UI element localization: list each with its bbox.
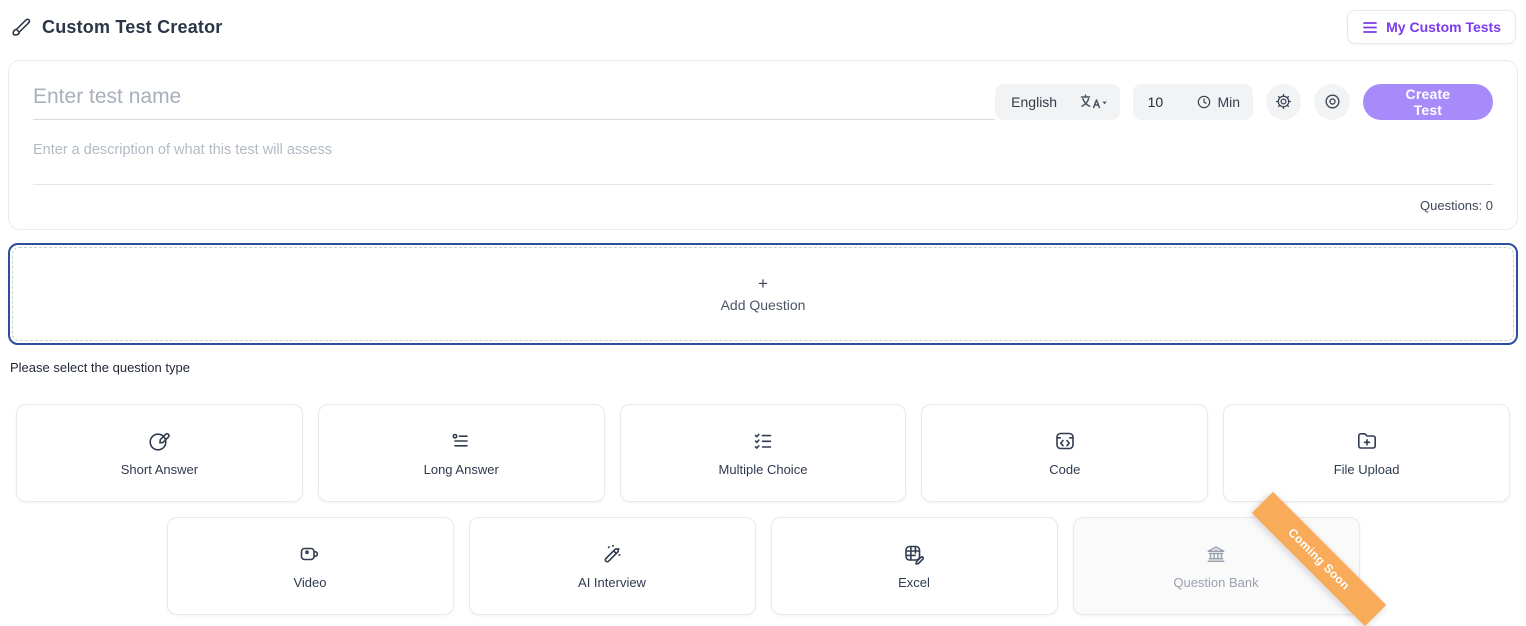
add-question-inner: + Add Question [12,247,1514,341]
question-type-label: File Upload [1334,462,1400,477]
translate-icon [1079,94,1108,109]
question-type-label: Code [1049,462,1080,477]
long-answer-icon [449,429,473,453]
language-selector[interactable]: English [995,84,1119,120]
question-type-row-1: Short Answer Long Answer Multiple Choice… [0,404,1526,502]
gear-icon [1274,92,1293,111]
my-custom-tests-label: My Custom Tests [1386,19,1501,35]
question-type-label: Multiple Choice [719,462,808,477]
test-description-input[interactable] [33,140,1493,185]
ai-interview-icon [600,542,624,566]
question-type-card-ai-interview[interactable]: AI Interview [469,517,756,615]
preview-icon [1323,92,1342,111]
question-type-label: Short Answer [121,462,198,477]
hamburger-icon [1362,21,1378,34]
title-wrap: Custom Test Creator [10,16,223,38]
question-type-card-excel[interactable]: Excel [771,517,1058,615]
questions-count: Questions: 0 [33,198,1493,213]
add-question-dropzone[interactable]: + Add Question [8,243,1518,345]
language-value: English [1011,94,1057,110]
brush-icon [10,16,32,38]
short-answer-icon [147,429,171,453]
coming-soon-ribbon: Coming Soon [1251,492,1385,626]
duration-unit-label: Min [1217,94,1240,110]
code-icon [1053,429,1077,453]
duration-unit-wrap: Min [1196,94,1240,110]
question-type-label: AI Interview [578,575,646,590]
duration-input[interactable] [1146,93,1174,111]
settings-button[interactable] [1266,84,1301,120]
top-bar: Custom Test Creator My Custom Tests [0,0,1526,44]
duration-control: Min [1133,84,1253,120]
question-type-label: Video [293,575,326,590]
question-type-card-video[interactable]: Video [167,517,454,615]
excel-icon [902,542,926,566]
add-question-label: Add Question [721,297,806,313]
question-type-label: Long Answer [424,462,499,477]
question-type-card-question-bank: Question Bank Coming Soon [1073,517,1360,615]
form-row-name: English Min [33,83,1493,120]
video-icon [298,542,322,566]
plus-icon: + [758,275,768,292]
my-custom-tests-button[interactable]: My Custom Tests [1347,10,1516,44]
question-type-card-long-answer[interactable]: Long Answer [318,404,605,502]
question-type-card-multiple-choice[interactable]: Multiple Choice [620,404,907,502]
create-test-button[interactable]: Create Test [1363,84,1493,120]
clock-icon [1196,94,1212,110]
question-type-label: Question Bank [1173,575,1258,590]
question-type-card-code[interactable]: Code [921,404,1208,502]
question-type-prompt: Please select the question type [10,360,1526,375]
question-type-label: Excel [898,575,930,590]
test-form-card: English Min [8,60,1518,230]
page-title: Custom Test Creator [42,17,223,38]
question-type-card-file-upload[interactable]: File Upload [1223,404,1510,502]
form-controls: English Min [995,84,1493,120]
file-upload-icon [1355,429,1379,453]
question-type-card-short-answer[interactable]: Short Answer [16,404,303,502]
preview-button[interactable] [1314,84,1349,120]
question-type-row-2: Video AI Interview Excel [0,517,1526,615]
multiple-choice-icon [751,429,775,453]
question-bank-icon [1204,542,1228,566]
test-name-input[interactable] [33,83,995,120]
